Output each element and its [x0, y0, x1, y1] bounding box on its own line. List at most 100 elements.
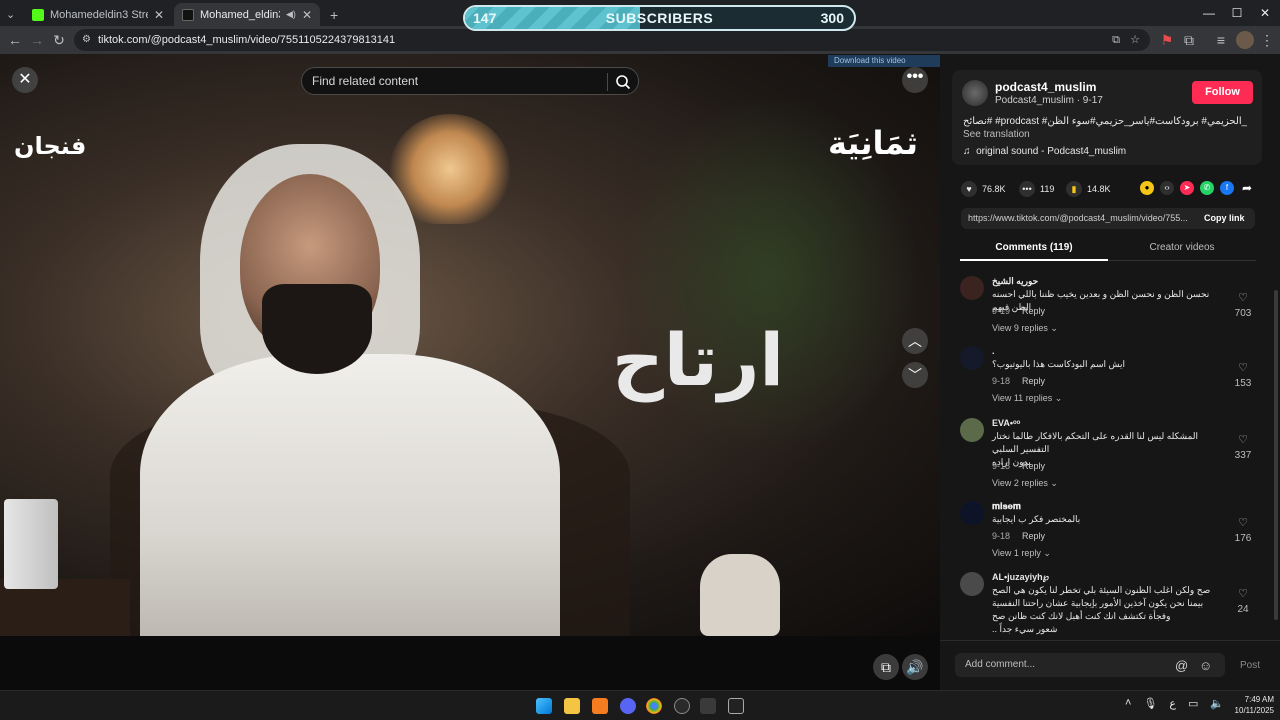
- file-explorer-icon[interactable]: [564, 698, 580, 714]
- tab-creator-videos[interactable]: Creator videos: [1108, 242, 1256, 253]
- facebook-icon[interactable]: f: [1220, 181, 1234, 195]
- system-clock[interactable]: 7:49 AM 10/11/2025: [1222, 694, 1274, 716]
- comment-count: 119: [1040, 184, 1055, 194]
- close-window-button[interactable]: ✕: [1250, 0, 1280, 26]
- site-info-icon[interactable]: ⚙: [82, 29, 91, 51]
- creator-username[interactable]: podcast4_muslim: [995, 80, 1096, 94]
- obs-icon[interactable]: [674, 698, 690, 714]
- whatsapp-icon[interactable]: ✆: [1200, 181, 1214, 195]
- profile-avatar-icon[interactable]: [1236, 31, 1254, 49]
- post-button[interactable]: Post: [1240, 660, 1260, 671]
- chevron-up-icon[interactable]: ˄: [1125, 697, 1131, 710]
- follow-button[interactable]: Follow: [1192, 81, 1253, 104]
- comment-username[interactable]: EVA•ᵒᵒ: [992, 418, 1020, 428]
- comment-avatar[interactable]: [960, 418, 984, 442]
- thmanyah-logo: ثمَانِيَة: [828, 124, 918, 162]
- tab-comments[interactable]: Comments (119): [960, 242, 1108, 253]
- speaker-body: [140, 354, 560, 636]
- back-arrow-icon[interactable]: ←: [6, 31, 24, 49]
- send-icon[interactable]: ➤: [1180, 181, 1194, 195]
- reply-button[interactable]: Reply: [1022, 531, 1045, 541]
- comment-username[interactable]: حوريه الشيخ: [992, 276, 1038, 287]
- picture-in-picture-button[interactable]: ⧉: [873, 654, 899, 680]
- tab-close-icon[interactable]: ✕: [302, 8, 312, 22]
- view-replies-button[interactable]: View 1 reply ⌄: [992, 548, 1051, 559]
- extensions-puzzle-icon[interactable]: ⧉: [1180, 31, 1198, 49]
- comment-stat[interactable]: ••• 119: [1019, 181, 1054, 197]
- media-controls-icon[interactable]: ≡: [1212, 31, 1230, 49]
- chrome-icon[interactable]: [646, 698, 662, 714]
- address-bar[interactable]: ⚙ tiktok.com/@podcast4_muslim/video/7551…: [74, 29, 1150, 51]
- save-stat[interactable]: ▮ 14.8K: [1066, 181, 1111, 197]
- comment-username[interactable]: 𝐦𝐢𝐬𝐞𝐦: [992, 501, 1021, 512]
- comment-avatar[interactable]: [960, 346, 984, 370]
- comment-like[interactable]: ♡ 176: [1228, 513, 1258, 544]
- clock-date: 10/11/2025: [1234, 706, 1274, 715]
- comment-avatar[interactable]: [960, 276, 984, 300]
- comment-avatar[interactable]: [960, 572, 984, 596]
- share-arrow-icon[interactable]: ➦: [1240, 181, 1254, 195]
- close-video-button[interactable]: ✕: [12, 67, 38, 93]
- comment-username[interactable]: AL•juzayiyh℘: [992, 572, 1049, 583]
- comment-text: ايش اسم البودكاست هذا باليوتيوب؟: [992, 359, 1125, 369]
- microphone-icon[interactable]: 🎙: [1143, 697, 1157, 710]
- bookmark-star-icon[interactable]: ☆: [1130, 29, 1140, 51]
- sound-link[interactable]: ♫ original sound - Podcast4_muslim: [963, 146, 1126, 157]
- search-input[interactable]: Find related content: [312, 74, 418, 88]
- creator-subline: Podcast4_muslim · 9-17: [995, 95, 1103, 106]
- emoji-icon[interactable]: ☺: [1199, 658, 1212, 673]
- more-options-button[interactable]: •••: [902, 67, 928, 93]
- share-link-text[interactable]: https://www.tiktok.com/@podcast4_muslim/…: [968, 213, 1204, 223]
- language-indicator[interactable]: ع: [1169, 697, 1176, 710]
- extension-icon[interactable]: ⚑: [1158, 31, 1176, 49]
- browser-tab-kick[interactable]: Mohamedeldin3 Stream - Kick ✕: [24, 3, 172, 26]
- reload-icon[interactable]: ↻: [50, 31, 68, 49]
- app-icon[interactable]: [592, 698, 608, 714]
- view-replies-button[interactable]: View 2 replies ⌄: [992, 478, 1058, 489]
- install-app-icon[interactable]: ⧉: [1112, 29, 1120, 51]
- comments-scrollbar[interactable]: [1274, 290, 1278, 620]
- tab-close-icon[interactable]: ✕: [154, 8, 164, 22]
- reply-button[interactable]: Reply: [1022, 376, 1045, 386]
- creator-avatar[interactable]: [962, 80, 988, 106]
- subscriber-goal-label: SUBSCRIBERS: [605, 10, 714, 26]
- network-icon[interactable]: ▭: [1188, 697, 1198, 710]
- comment-like[interactable]: ♡ 24: [1228, 584, 1258, 615]
- related-search-box[interactable]: Find related content: [301, 67, 639, 95]
- discord-icon[interactable]: [620, 698, 636, 714]
- previous-video-button[interactable]: ︿: [902, 328, 928, 354]
- new-tab-button[interactable]: +: [322, 3, 342, 26]
- reply-button[interactable]: Reply: [1022, 461, 1045, 471]
- add-comment-field[interactable]: Add comment... @ ☺: [955, 653, 1225, 677]
- mention-icon[interactable]: @: [1175, 658, 1188, 673]
- forward-arrow-icon[interactable]: →: [28, 31, 46, 49]
- comment-avatar[interactable]: [960, 501, 984, 525]
- like-count: 76.8K: [982, 184, 1006, 194]
- browser-tab-tiktok[interactable]: Mohamed_eldin3 (@moham ◀) ✕: [174, 3, 320, 26]
- next-video-button[interactable]: ﹀: [902, 362, 928, 388]
- heart-icon: ♥: [961, 181, 977, 197]
- comment-like[interactable]: ♡ 153: [1228, 358, 1258, 389]
- view-replies-button[interactable]: View 9 replies ⌄: [992, 323, 1058, 334]
- comment-username[interactable]: .: [992, 346, 995, 356]
- copy-link-button[interactable]: Copy link: [1204, 213, 1245, 223]
- tab-dropdown-button[interactable]: ⌄: [2, 3, 24, 26]
- steam-icon[interactable]: [700, 698, 716, 714]
- epic-games-icon[interactable]: [728, 698, 744, 714]
- embed-icon[interactable]: ‹›: [1160, 181, 1174, 195]
- minimize-button[interactable]: —: [1194, 0, 1224, 26]
- browser-menu-icon[interactable]: ⋮: [1258, 31, 1276, 49]
- download-video-chip[interactable]: Download this video: [828, 55, 940, 67]
- view-replies-button[interactable]: View 11 replies ⌄: [992, 393, 1062, 404]
- like-stat[interactable]: ♥ 76.8K: [961, 181, 1006, 197]
- share-coin-icon[interactable]: ●: [1140, 181, 1154, 195]
- comment-like[interactable]: ♡ 703: [1228, 288, 1258, 319]
- video-player[interactable]: [0, 54, 940, 636]
- search-icon[interactable]: [613, 72, 633, 92]
- reply-button[interactable]: Reply: [1022, 306, 1045, 316]
- windows-start-icon[interactable]: [536, 698, 552, 714]
- comment-like[interactable]: ♡ 337: [1228, 430, 1258, 461]
- see-translation-link[interactable]: See translation: [963, 129, 1030, 140]
- volume-button[interactable]: 🔊: [902, 654, 928, 680]
- maximize-button[interactable]: ☐: [1222, 0, 1252, 26]
